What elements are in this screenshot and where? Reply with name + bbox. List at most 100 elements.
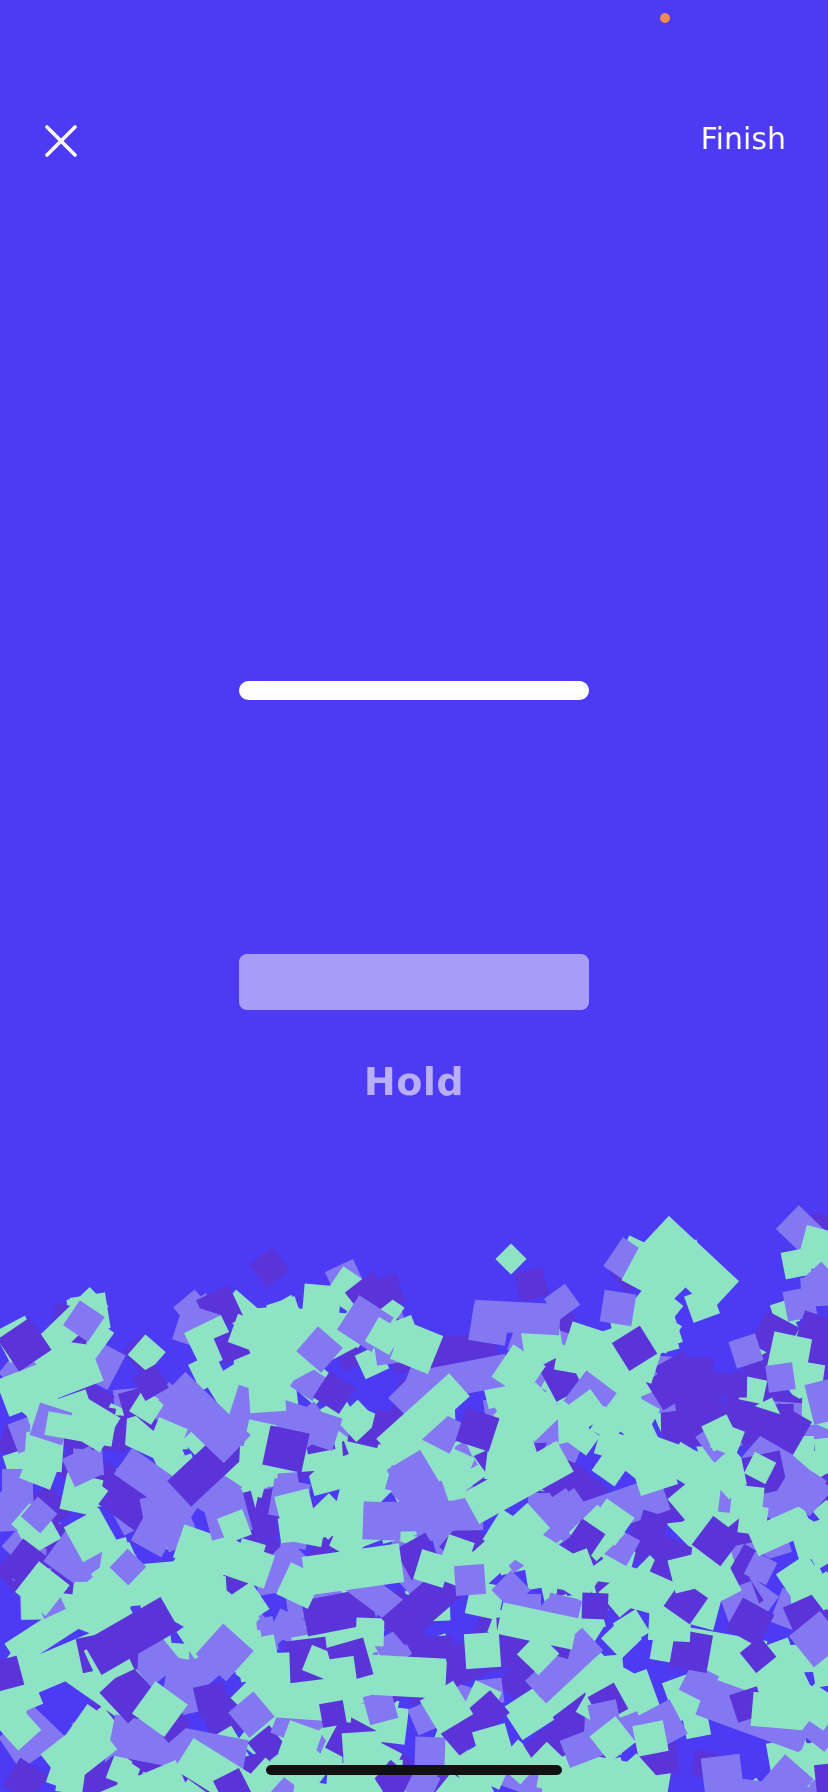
falling-block — [765, 1736, 812, 1783]
falling-block — [671, 1356, 714, 1399]
falling-block — [312, 1371, 356, 1414]
falling-block — [19, 1484, 71, 1535]
falling-block — [386, 1449, 442, 1504]
falling-block — [403, 1591, 432, 1620]
falling-block — [662, 1239, 705, 1283]
falling-block — [496, 1616, 524, 1644]
falling-block — [381, 1562, 470, 1647]
falling-block — [595, 1390, 651, 1442]
falling-block — [455, 1407, 499, 1451]
falling-block — [623, 1523, 666, 1566]
finish-button[interactable]: Finish — [701, 118, 786, 162]
falling-block — [104, 1654, 154, 1705]
falling-block — [814, 1763, 828, 1792]
falling-block — [728, 1332, 764, 1369]
falling-block — [273, 1487, 317, 1531]
falling-block — [43, 1530, 97, 1584]
falling-block — [233, 1611, 285, 1664]
falling-block — [259, 1483, 344, 1547]
falling-block — [385, 1775, 430, 1792]
falling-block — [251, 1652, 291, 1692]
falling-block — [13, 1507, 62, 1556]
falling-block — [261, 1377, 299, 1414]
falling-block — [94, 1622, 151, 1678]
falling-block — [705, 1454, 765, 1514]
falling-block — [325, 1258, 367, 1301]
falling-block — [663, 1441, 773, 1526]
falling-block — [494, 1387, 544, 1436]
falling-block — [159, 1552, 260, 1645]
falling-block — [19, 1583, 113, 1619]
falling-block — [280, 1414, 334, 1469]
falling-block — [597, 1687, 652, 1742]
falling-block — [487, 1608, 520, 1641]
falling-block — [135, 1614, 171, 1650]
falling-block — [227, 1313, 267, 1353]
falling-block — [713, 1569, 764, 1620]
falling-block — [433, 1679, 474, 1719]
falling-block — [237, 1709, 334, 1792]
falling-block — [482, 1396, 518, 1432]
falling-block — [655, 1565, 723, 1623]
falling-block — [564, 1509, 612, 1557]
falling-block — [283, 1637, 330, 1684]
falling-block — [127, 1334, 167, 1374]
falling-block — [75, 1631, 118, 1674]
falling-block — [243, 1419, 277, 1453]
falling-block — [672, 1647, 760, 1716]
falling-block — [729, 1686, 766, 1724]
falling-block — [820, 1351, 828, 1396]
falling-block — [398, 1637, 501, 1706]
falling-block — [197, 1448, 271, 1499]
falling-block — [806, 1571, 828, 1611]
falling-block — [83, 1634, 134, 1685]
falling-block — [325, 1410, 372, 1457]
falling-block — [718, 1581, 764, 1627]
falling-block — [334, 1339, 367, 1372]
falling-block — [392, 1454, 427, 1488]
falling-block — [592, 1347, 674, 1396]
falling-block — [689, 1540, 726, 1577]
close-button[interactable] — [30, 110, 92, 172]
falling-block — [154, 1506, 195, 1547]
falling-block — [589, 1509, 630, 1550]
falling-block — [561, 1465, 598, 1502]
falling-block — [58, 1759, 98, 1792]
falling-block — [774, 1761, 819, 1792]
falling-block — [423, 1635, 455, 1666]
falling-block — [356, 1302, 409, 1355]
falling-block — [376, 1372, 471, 1462]
falling-block — [540, 1552, 580, 1592]
falling-block — [195, 1623, 255, 1682]
falling-block — [384, 1461, 435, 1512]
hold-button[interactable] — [239, 954, 589, 1010]
falling-block — [720, 1511, 776, 1549]
home-indicator[interactable] — [266, 1765, 562, 1775]
falling-block — [505, 1382, 565, 1442]
falling-block — [131, 1509, 179, 1558]
falling-block — [60, 1335, 99, 1374]
falling-block — [392, 1333, 498, 1373]
falling-block — [607, 1669, 662, 1724]
falling-block — [40, 1705, 121, 1777]
falling-block — [276, 1562, 323, 1609]
falling-block — [807, 1473, 828, 1518]
falling-block — [0, 1706, 42, 1751]
falling-block — [145, 1780, 196, 1792]
falling-block — [465, 1579, 505, 1620]
falling-block — [94, 1658, 150, 1714]
falling-block — [347, 1417, 435, 1461]
falling-block — [75, 1640, 124, 1689]
falling-block — [293, 1501, 377, 1586]
falling-block — [325, 1699, 410, 1745]
falling-block — [337, 1406, 378, 1447]
falling-block — [201, 1617, 232, 1649]
falling-block — [488, 1424, 540, 1476]
falling-block — [0, 1344, 51, 1396]
falling-block — [316, 1550, 355, 1589]
falling-block — [96, 1402, 183, 1466]
falling-block — [148, 1700, 191, 1743]
falling-block — [54, 1759, 193, 1792]
falling-block — [302, 1645, 338, 1681]
falling-block — [650, 1621, 768, 1679]
